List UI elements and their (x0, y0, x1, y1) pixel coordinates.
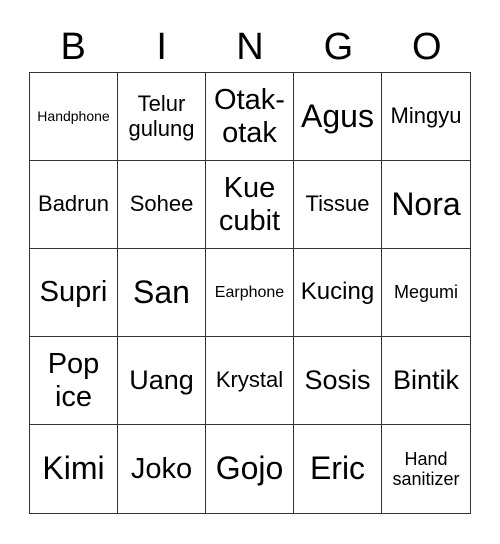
bingo-cell[interactable]: Handphone (30, 73, 118, 161)
header-letter-b: B (60, 26, 86, 68)
bingo-cell[interactable]: Kucing (294, 249, 382, 337)
bingo-cell[interactable]: Telur gulung (118, 73, 206, 161)
bingo-cell[interactable]: Sosis (294, 337, 382, 425)
bingo-cell[interactable]: Mingyu (382, 73, 470, 161)
header-letter-i: I (156, 26, 167, 68)
bingo-card: Handphone Telur gulung Otak-otak Agus Mi… (29, 72, 471, 514)
bingo-cell[interactable]: Badrun (30, 161, 118, 249)
bingo-cell[interactable]: Eric (294, 425, 382, 513)
bingo-cell[interactable]: Gojo (206, 425, 294, 513)
bingo-cell[interactable]: Tissue (294, 161, 382, 249)
bingo-cell[interactable]: Supri (30, 249, 118, 337)
bingo-cell[interactable]: Krystal (206, 337, 294, 425)
bingo-cell[interactable]: Kue cubit (206, 161, 294, 249)
header-letter-o: O (412, 26, 442, 68)
bingo-cell[interactable]: Uang (118, 337, 206, 425)
bingo-cell[interactable]: Kimi (30, 425, 118, 513)
bingo-cell[interactable]: Sohee (118, 161, 206, 249)
bingo-cell[interactable]: Megumi (382, 249, 470, 337)
header-letter-n: N (236, 26, 264, 68)
bingo-cell[interactable]: Pop ice (30, 337, 118, 425)
bingo-cell[interactable]: Otak-otak (206, 73, 294, 161)
bingo-cell[interactable]: Nora (382, 161, 470, 249)
bingo-cell[interactable]: San (118, 249, 206, 337)
bingo-cell[interactable]: Hand sanitizer (382, 425, 470, 513)
bingo-cell[interactable]: Agus (294, 73, 382, 161)
bingo-header: B I N G O (29, 22, 471, 72)
header-letter-g: G (323, 26, 354, 68)
bingo-cell[interactable]: Joko (118, 425, 206, 513)
bingo-cell[interactable]: Bintik (382, 337, 470, 425)
bingo-cell[interactable]: Earphone (206, 249, 294, 337)
